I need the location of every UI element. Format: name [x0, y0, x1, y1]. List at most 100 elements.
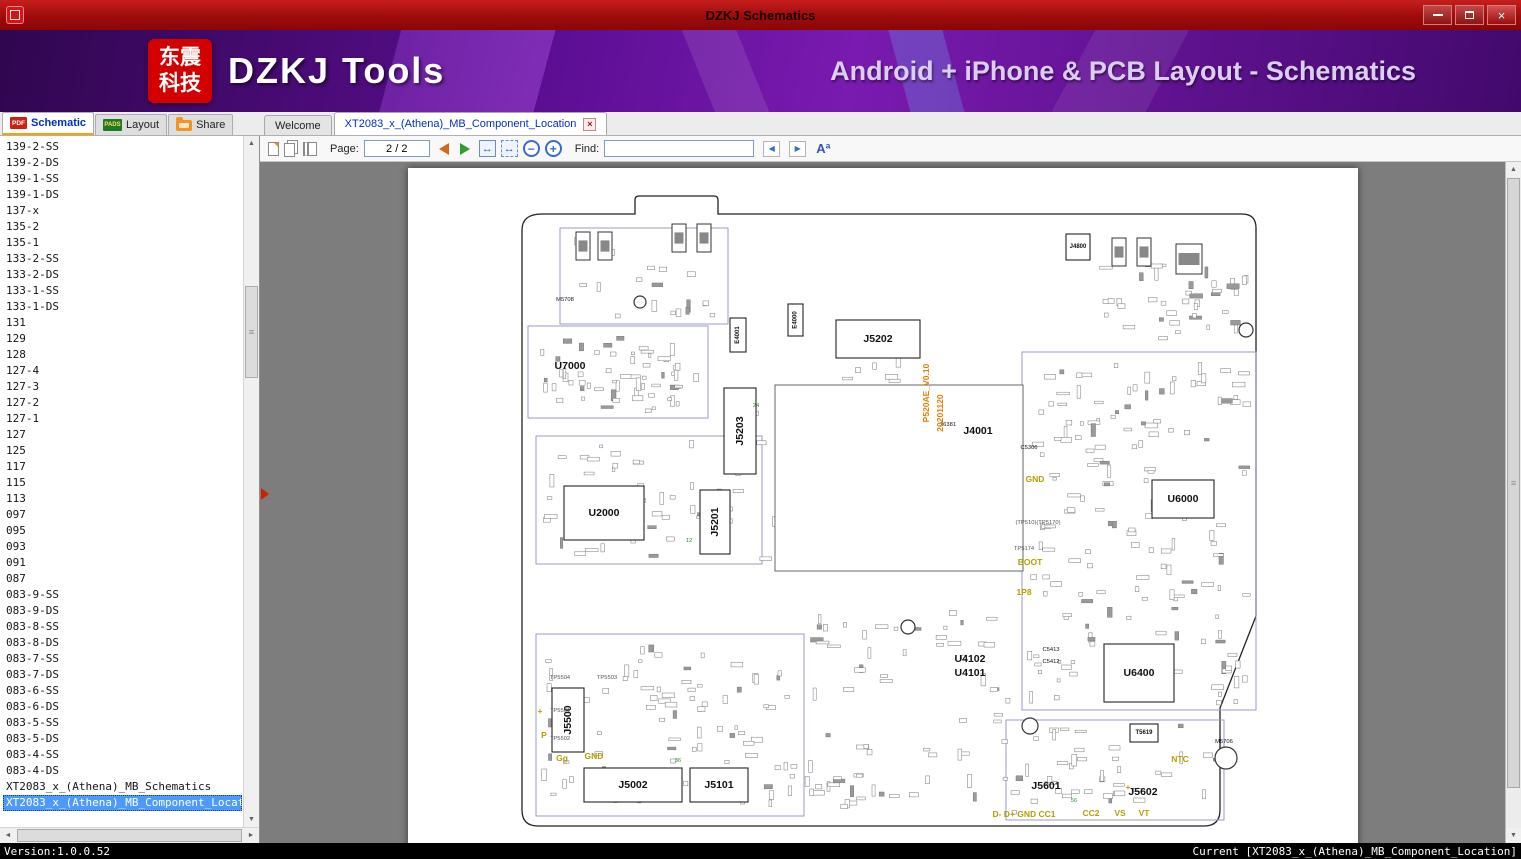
find-input[interactable] [604, 140, 755, 157]
pcb-connector-symbol [671, 223, 687, 253]
sidebar-vertical-scrollbar[interactable]: ▲ ≡ ▼ [243, 136, 259, 827]
single-page-view-icon[interactable] [268, 141, 279, 156]
sidebar-item[interactable]: 127-3 [3, 379, 242, 395]
sidebar-item[interactable]: 083-7-SS [3, 651, 242, 667]
close-icon: × [1497, 7, 1506, 23]
sidebar-item[interactable]: 127-2 [3, 395, 242, 411]
pcb-shield-area [774, 384, 1024, 572]
sidebar-item[interactable]: 133-1-SS [3, 283, 242, 299]
zoom-in-icon[interactable]: + [544, 140, 562, 157]
tab-schematic[interactable]: PDF Schematic [2, 112, 95, 135]
sidebar-item[interactable]: 095 [3, 523, 242, 539]
scroll-up-icon[interactable]: ▲ [244, 136, 259, 151]
viewer-scroll-down-icon[interactable]: ▼ [1506, 828, 1521, 843]
document-viewport[interactable]: J5202 J5203 U2000 J5201 U6000 U6400 J5500 J5002… [260, 162, 1521, 843]
sidebar-item[interactable]: 127-4 [3, 363, 242, 379]
page-number-input[interactable] [363, 140, 430, 157]
sidebar-item[interactable]: 113 [3, 491, 242, 507]
brand-logo-line2: 科技 [159, 72, 201, 95]
pcb-label-VT: VT [1139, 808, 1151, 818]
sidebar-item[interactable]: 083-6-SS [3, 683, 242, 699]
sidebar-list: 139-2-SS 139-2-DS 139-1-SS 139-1-DS 137-x 135… [3, 139, 242, 827]
viewer-scroll-up-icon[interactable]: ▲ [1506, 162, 1521, 177]
scroll-left-icon[interactable]: ◄ [0, 828, 16, 843]
sidebar-item[interactable]: 125 [3, 443, 242, 459]
viewer-toolbar: Page: ↔ ↔ − + Find: ◀ ▶ Aª [260, 136, 1521, 162]
sidebar-item[interactable]: 083-5-SS [3, 715, 242, 731]
sidebar-item[interactable]: 097 [3, 507, 242, 523]
sidebar-item[interactable]: 083-4-DS [3, 763, 242, 779]
sidebar-item[interactable]: 127 [3, 427, 242, 443]
sidebar-horizontal-scrollbar[interactable]: ◄ ► [0, 827, 259, 843]
maximize-button[interactable] [1455, 5, 1484, 25]
sidebar-item[interactable]: 139-1-SS [3, 171, 242, 187]
pcb-connector-symbol [696, 223, 712, 253]
sidebar-item[interactable]: 083-9-SS [3, 587, 242, 603]
share-folder-icon [176, 116, 193, 131]
svg-text:E4001: E4001 [735, 326, 741, 344]
pcb-label-J5601: J5601 [1031, 780, 1060, 792]
sidebar-item[interactable]: 083-6-DS [3, 699, 242, 715]
sidebar-item[interactable]: XT2083_x_(Athena)_MB_Component_Locatio [3, 795, 242, 811]
sidebar-item[interactable]: 127-1 [3, 411, 242, 427]
pcb-label-J5602: J5602 [1128, 786, 1157, 798]
sidebar-item[interactable]: 083-5-DS [3, 731, 242, 747]
tab-share[interactable]: Share [168, 114, 234, 135]
doc-tab-close-icon[interactable]: × [583, 117, 597, 131]
status-bar: Version:1.0.0.52 Current [XT2083_x_(Athe… [0, 843, 1521, 859]
splitter-collapse-handle[interactable] [261, 488, 269, 500]
pcb-label-24: 24 [753, 403, 760, 409]
sidebar-item[interactable]: 131 [3, 315, 242, 331]
sidebar-item[interactable]: 093 [3, 539, 242, 555]
close-button[interactable]: × [1487, 5, 1516, 25]
previous-page-icon[interactable] [438, 142, 449, 155]
sidebar-item[interactable]: 083-9-DS [3, 603, 242, 619]
facing-page-view-icon[interactable] [303, 141, 317, 156]
continuous-page-view-icon[interactable] [284, 143, 295, 157]
scroll-down-icon[interactable]: ▼ [244, 812, 259, 827]
doc-tab-component-location[interactable]: XT2083_x_(Athena)_MB_Component_Location … [333, 112, 608, 135]
tab-layout-label: Layout [126, 119, 160, 131]
sidebar-item[interactable]: 129 [3, 331, 242, 347]
minimize-button[interactable] [1423, 5, 1452, 25]
fit-page-icon[interactable]: ↔ [500, 140, 518, 157]
sidebar-item[interactable]: 128 [3, 347, 242, 363]
sidebar-item[interactable]: 139-1-DS [3, 187, 242, 203]
font-size-icon[interactable]: Aª [816, 141, 830, 156]
pcb-label-20201120: 20201120 [935, 394, 945, 432]
zoom-out-icon[interactable]: − [522, 140, 540, 157]
sidebar-item[interactable]: 087 [3, 571, 242, 587]
sidebar-item[interactable]: 091 [3, 555, 242, 571]
svg-text:J5203: J5203 [734, 416, 746, 445]
sidebar-item[interactable]: 083-8-DS [3, 635, 242, 651]
sidebar-item[interactable]: 135-1 [3, 235, 242, 251]
doc-tab-welcome[interactable]: Welcome [264, 115, 332, 135]
sidebar-item[interactable]: 139-2-DS [3, 155, 242, 171]
sidebar-item[interactable]: XT2083_x_(Athena)_MB_Schematics [3, 779, 242, 795]
viewer-scroll-thumb[interactable]: ≡ [1507, 178, 1520, 788]
sidebar-item[interactable]: 133-2-DS [3, 267, 242, 283]
viewer-vertical-scrollbar[interactable]: ▲ ≡ ▼ [1505, 162, 1521, 843]
fit-width-icon[interactable]: ↔ [478, 140, 496, 157]
tab-layout[interactable]: PADS Layout [95, 114, 168, 135]
scroll-right-icon[interactable]: ► [243, 828, 259, 843]
mode-tabs: PDF Schematic PADS Layout Share [0, 112, 260, 135]
find-previous-icon[interactable]: ◀ [763, 140, 781, 157]
next-page-icon[interactable] [459, 142, 470, 155]
sidebar-item[interactable]: 083-7-DS [3, 667, 242, 683]
pcb-label-Gg: Gg [556, 753, 568, 763]
sidebar-scroll-thumb[interactable]: ≡ [245, 286, 258, 378]
sidebar-item[interactable]: 137-x [3, 203, 242, 219]
sidebar-item[interactable]: 133-2-SS [3, 251, 242, 267]
sidebar-item[interactable]: 115 [3, 475, 242, 491]
sidebar-item[interactable]: 139-2-SS [3, 139, 242, 155]
sidebar-item[interactable]: 135-2 [3, 219, 242, 235]
pcb-label-56: 56 [1071, 798, 1077, 804]
sidebar-item[interactable]: 133-1-DS [3, 299, 242, 315]
sidebar-item[interactable]: 083-8-SS [3, 619, 242, 635]
pcb-label-C5413: C5413 [1042, 647, 1059, 653]
sidebar-item[interactable]: 083-4-SS [3, 747, 242, 763]
find-next-icon[interactable]: ▶ [789, 140, 807, 157]
sidebar-item[interactable]: 117 [3, 459, 242, 475]
sidebar-hscroll-thumb[interactable] [17, 829, 242, 842]
